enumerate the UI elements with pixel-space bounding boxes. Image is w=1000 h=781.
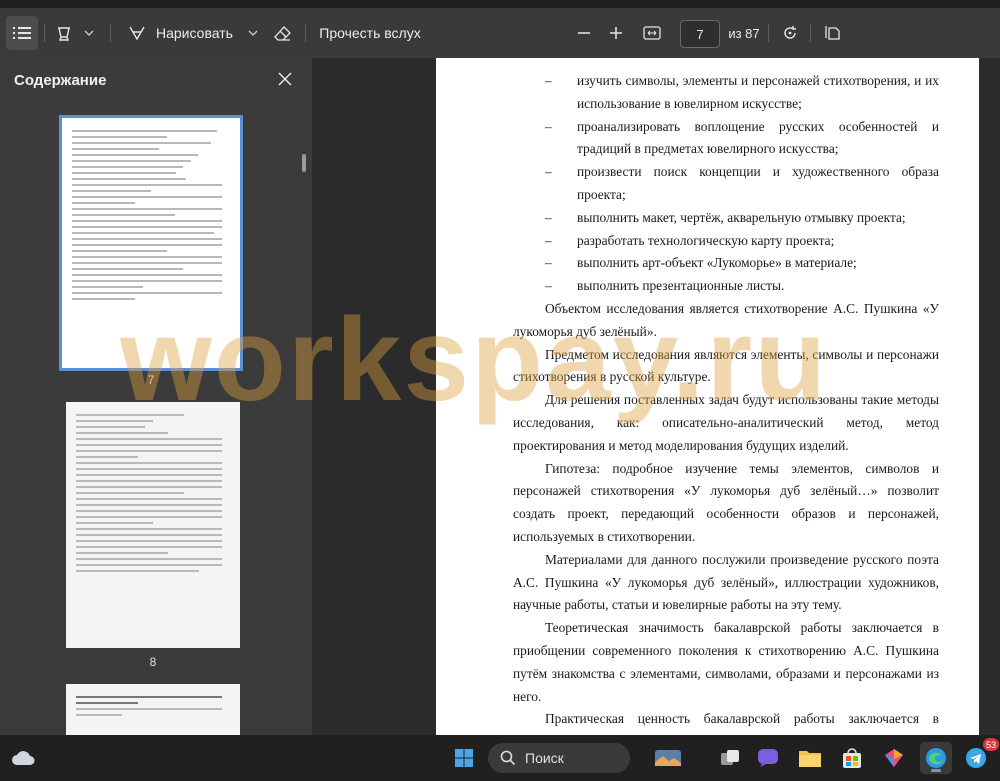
zoom-out-button[interactable] [572,16,596,50]
windows-taskbar: Поиск 53 [0,735,1000,781]
toolbar-separator [768,24,769,42]
plus-icon [610,27,622,39]
edge-browser-icon [926,748,946,768]
page-thumbnail-7[interactable] [59,115,243,371]
list-icon [13,27,31,39]
landscape-icon [655,750,681,766]
close-sidebar-button[interactable] [274,68,296,90]
list-item: – выполнить макет, чертёж, акварельную от… [545,209,906,225]
thumbnail-text-preview [76,414,230,638]
toolbar-separator [110,24,111,42]
page-view-button[interactable] [820,16,846,50]
search-label: Поиск [525,750,564,766]
task-view-button[interactable] [714,742,746,774]
store-app[interactable] [836,742,868,774]
highlight-button[interactable] [52,16,76,50]
page-body: – изучить символы, элементы и персонажей … [513,70,939,735]
fit-width-icon [643,26,661,40]
chevron-down-icon [248,30,258,36]
toolbar-separator [44,24,45,42]
contents-toggle-button[interactable] [6,16,38,50]
file-explorer-app[interactable] [794,742,826,774]
list-item: – разработать технологическую карту проек… [545,232,835,248]
page-thumbnail-8[interactable] [66,402,240,648]
window-title-strip [0,0,1000,8]
eraser-icon [274,26,291,41]
read-aloud-button[interactable]: Прочесть вслух [312,16,428,50]
telegram-icon [966,748,986,768]
chevron-down-icon [84,30,94,36]
contents-sidebar: Содержание 7 8 [0,58,312,744]
list-item: – проанализировать воплощение русских осо… [545,118,939,157]
paragraph-hypothesis: Гипотеза: подробное изучение темы элемен… [513,460,939,544]
active-app-indicator [931,769,941,772]
taskbar-search[interactable]: Поиск [488,743,630,773]
thumbnail-text-preview [72,130,230,358]
two-pages-icon [825,26,840,40]
close-icon [278,72,292,86]
paragraph-practical-value: Практическая ценность бакалаврской работ… [513,711,939,735]
read-aloud-label: Прочесть вслух [319,25,421,41]
draw-button[interactable]: Нарисовать [122,16,240,50]
paragraph-theoretical-significance: Теоретическая значимость бакалаврской ра… [513,620,939,704]
highlight-options-button[interactable] [80,16,98,50]
paragraph-methods: Для решения поставленных задач будут исп… [513,392,939,453]
weather-widget[interactable] [8,742,40,774]
start-button[interactable] [448,742,480,774]
erase-button[interactable] [270,16,296,50]
list-item: – выполнить арт-объект «Лукоморье» в мате… [545,255,857,271]
search-icon [500,750,516,766]
draw-label: Нарисовать [156,25,233,41]
page-total: из 87 [726,16,762,50]
zoom-in-button[interactable] [604,16,628,50]
task-view-button[interactable] [652,742,684,774]
paragraph-subject: Предметом исследования являются элементы… [513,346,939,385]
windows-logo-icon [455,749,473,767]
cloud-icon [12,751,35,765]
thumbnail-number: 8 [149,655,157,669]
colorful-app-icon [885,749,903,767]
thumbnail-number: 7 [147,373,155,387]
paragraph-materials: Материалами для данного послужили произв… [513,551,939,613]
list-item: – выполнить презентационные листы. [545,278,785,294]
list-item: – изучить символы, элементы и персонажей … [545,73,939,111]
task-view-icon [721,750,739,765]
paragraph-object: Объектом исследования является стихотвор… [513,300,939,339]
meet-app[interactable] [752,742,784,774]
edge-app[interactable] [920,742,952,774]
thumbnail-text-preview [76,696,230,734]
highlighter-icon [58,27,70,41]
draw-options-button[interactable] [244,16,262,50]
rotate-button[interactable] [778,16,802,50]
notification-badge: 53 [983,738,999,751]
office-app[interactable] [878,742,910,774]
page-number-input[interactable]: 7 [680,20,720,48]
list-item: – произвести поиск концепции и художестве… [545,164,939,202]
store-bag-icon [843,748,861,768]
sidebar-title: Содержание [14,72,107,89]
pen-icon [129,26,145,41]
toolbar-separator [305,24,306,42]
rotate-icon [784,26,796,39]
toolbar-separator [810,24,811,42]
pdf-page: – изучить символы, элементы и персонажей … [436,58,979,735]
chat-icon [758,749,778,767]
pdf-toolbar: Нарисовать Прочесть вслух 7 из 87 [0,8,1000,58]
folder-icon [799,751,821,767]
sidebar-scrollbar-thumb[interactable] [302,154,306,172]
fit-page-button[interactable] [638,16,666,50]
minus-icon [578,32,590,34]
page-total-label: из 87 [728,25,760,41]
